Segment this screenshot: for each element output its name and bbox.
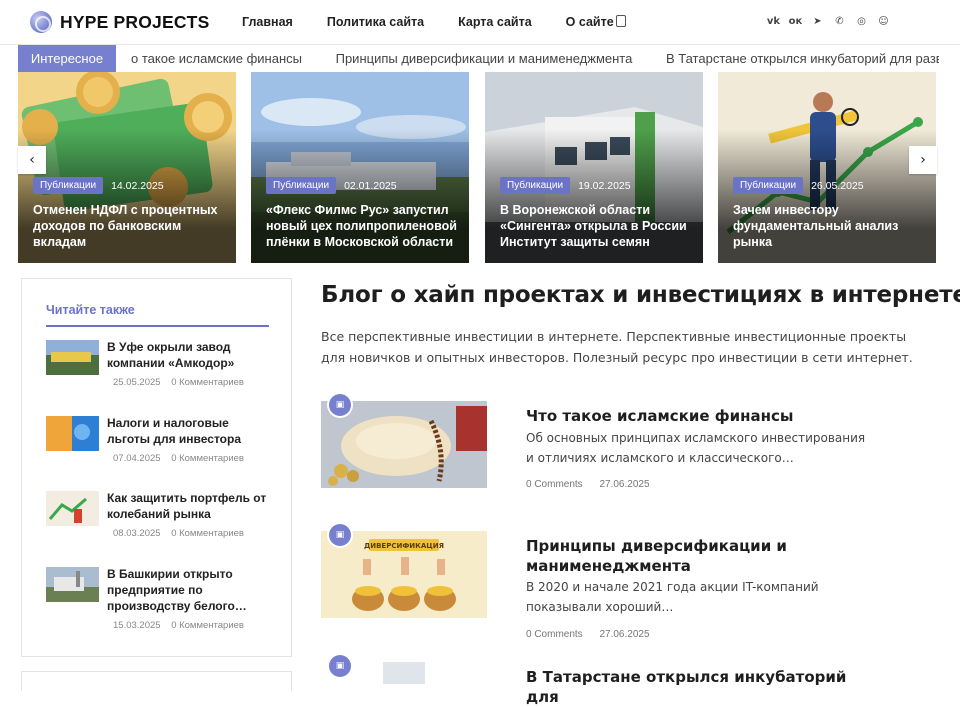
slide-meta: Публикации 26.05.2025 bbox=[733, 177, 864, 194]
main-nav: Главная Политика сайта Карта сайта О сай… bbox=[242, 15, 648, 29]
slide-date: 02.01.2025 bbox=[344, 179, 397, 192]
post-title[interactable]: Что такое исламские финансы bbox=[526, 406, 856, 426]
post-comments[interactable]: 0 Comments bbox=[526, 629, 583, 640]
category-badge[interactable]: Публикации bbox=[266, 177, 337, 194]
vk-icon[interactable]: vk bbox=[766, 15, 781, 29]
phone-icon[interactable]: ✆ bbox=[832, 15, 847, 29]
slide-title[interactable]: «Флекс Филмс Рус» запустил новый цех пол… bbox=[266, 202, 461, 250]
featured-slider: Публикации 14.02.2025 Отменен НДФЛ с про… bbox=[18, 72, 937, 263]
category-badge[interactable]: Публикации bbox=[500, 177, 571, 194]
sidebar-heading: Читайте также bbox=[46, 303, 269, 327]
ticker-track: о такое исламские финансы Принципы дивер… bbox=[131, 45, 939, 72]
post-date: 27.06.2025 bbox=[599, 479, 650, 490]
sidebar-thumb bbox=[46, 340, 99, 375]
sidebar-post-comments[interactable]: 0 Комментариев bbox=[171, 620, 244, 631]
slide-card[interactable]: Публикации 02.01.2025 «Флекс Филмс Рус» … bbox=[251, 72, 469, 263]
slide-date: 19.02.2025 bbox=[578, 179, 631, 192]
post-meta: 0 Comments 27.06.2025 bbox=[526, 479, 664, 490]
category-badge[interactable]: Публикации bbox=[33, 177, 104, 194]
telegram-icon[interactable]: ➤ bbox=[810, 15, 825, 29]
page-title: Блог о хайп проектах и инвестициях в инт… bbox=[321, 282, 960, 308]
sidebar-post-meta: 07.04.2025 0 Комментариев bbox=[113, 453, 252, 464]
post-date: 27.06.2025 bbox=[599, 629, 650, 640]
sidebar-post-meta: 15.03.2025 0 Комментариев bbox=[113, 620, 252, 631]
nav-sitemap[interactable]: Карта сайта bbox=[458, 15, 532, 29]
sidebar-post-title[interactable]: Налоги и налоговые льготы для инвестора bbox=[107, 415, 272, 447]
post-title[interactable]: Принципы диверсификации и манименеджмент… bbox=[526, 536, 856, 576]
search-icon[interactable] bbox=[616, 15, 626, 27]
ticker-item[interactable]: о такое исламские финансы bbox=[131, 51, 302, 66]
post-meta: 0 Comments 27.06.2025 bbox=[526, 629, 664, 640]
slider-prev-button[interactable]: ‹ bbox=[18, 146, 46, 174]
sidebar-post-meta: 25.05.2025 0 Комментариев bbox=[113, 377, 252, 388]
sidebar-post-title[interactable]: Как защитить портфель от колебаний рынка bbox=[107, 490, 272, 522]
sidebar-thumb bbox=[46, 416, 99, 451]
nav-home[interactable]: Главная bbox=[242, 15, 293, 29]
slide-meta: Публикации 14.02.2025 bbox=[33, 177, 164, 194]
ticker-item[interactable]: В Татарстане открылся инкубаторий для ра… bbox=[666, 51, 939, 66]
slide-title[interactable]: Зачем инвестору фундаментальный анализ р… bbox=[733, 202, 928, 250]
pin-icon: ▣ bbox=[329, 524, 351, 546]
news-ticker: Интересное о такое исламские финансы При… bbox=[0, 45, 960, 72]
slide-card[interactable]: Публикации 19.02.2025 В Воронежской обла… bbox=[485, 72, 703, 263]
pin-icon: ▣ bbox=[329, 394, 351, 416]
sidebar-post-date: 08.03.2025 bbox=[113, 528, 161, 539]
ticker-label: Интересное bbox=[18, 45, 116, 72]
nav-about[interactable]: О сайте bbox=[566, 15, 614, 29]
site-logo[interactable]: HYPE PROJECTS bbox=[30, 11, 209, 33]
post-comments[interactable]: 0 Comments bbox=[526, 479, 583, 490]
sidebar-post-title[interactable]: В Башкирии открыто предприятие по произв… bbox=[107, 566, 272, 614]
sidebar-post-comments[interactable]: 0 Комментариев bbox=[171, 453, 244, 464]
post-excerpt: В 2020 и начале 2021 года акции IT-компа… bbox=[526, 580, 819, 614]
sidebar-post-date: 07.04.2025 bbox=[113, 453, 161, 464]
slide-meta: Публикации 02.01.2025 bbox=[266, 177, 397, 194]
slide-date: 26.05.2025 bbox=[811, 179, 864, 192]
logo-icon bbox=[30, 11, 52, 33]
sidebar-widget-next bbox=[21, 671, 292, 691]
pin-icon: ▣ bbox=[329, 655, 351, 677]
sidebar-widget-read-also: Читайте также В Уфе окрыли завод компани… bbox=[21, 278, 292, 657]
social-links: vk ок ➤ ✆ ◎ ☺ bbox=[766, 15, 898, 29]
post-excerpt: Об основных принципах исламского инвести… bbox=[526, 431, 866, 465]
slide-meta: Публикации 19.02.2025 bbox=[500, 177, 631, 194]
nav-policy[interactable]: Политика сайта bbox=[327, 15, 424, 29]
page-description: Все перспективные инвестиции в интернете… bbox=[321, 329, 913, 365]
whatsapp-icon[interactable]: ◎ bbox=[854, 15, 869, 29]
sidebar-post-meta: 08.03.2025 0 Комментариев bbox=[113, 528, 252, 539]
chat-icon[interactable]: ☺ bbox=[876, 15, 891, 29]
slide-date: 14.02.2025 bbox=[111, 179, 164, 192]
odnoklassniki-icon[interactable]: ок bbox=[788, 15, 803, 29]
site-header: HYPE PROJECTS Главная Политика сайта Кар… bbox=[0, 0, 960, 45]
slide-title[interactable]: Отменен НДФЛ с процентных доходов по бан… bbox=[33, 202, 228, 250]
sidebar-post-date: 15.03.2025 bbox=[113, 620, 161, 631]
slide-card[interactable]: Публикации 26.05.2025 Зачем инвестору фу… bbox=[718, 72, 936, 263]
sidebar-post-comments[interactable]: 0 Комментариев bbox=[171, 528, 244, 539]
ticker-item[interactable]: Принципы диверсификации и манименеджмент… bbox=[336, 51, 633, 66]
post-title[interactable]: В Татарстане открылся инкубаторий для bbox=[526, 667, 856, 707]
thumb-caption: ДИВЕРСИФИКАЦИЯ bbox=[364, 542, 444, 550]
slider-next-button[interactable]: › bbox=[909, 146, 937, 174]
sidebar-thumb bbox=[46, 491, 99, 526]
category-badge[interactable]: Публикации bbox=[733, 177, 804, 194]
slide-card[interactable]: Публикации 14.02.2025 Отменен НДФЛ с про… bbox=[18, 72, 236, 263]
sidebar-post-date: 25.05.2025 bbox=[113, 377, 161, 388]
slide-title[interactable]: В Воронежской области «Сингента» открыла… bbox=[500, 202, 695, 250]
logo-text: HYPE PROJECTS bbox=[60, 11, 210, 32]
sidebar-post-comments[interactable]: 0 Комментариев bbox=[171, 377, 244, 388]
sidebar-thumb bbox=[46, 567, 99, 602]
sidebar-post-title[interactable]: В Уфе окрыли завод компании «Амкодор» bbox=[107, 339, 272, 371]
